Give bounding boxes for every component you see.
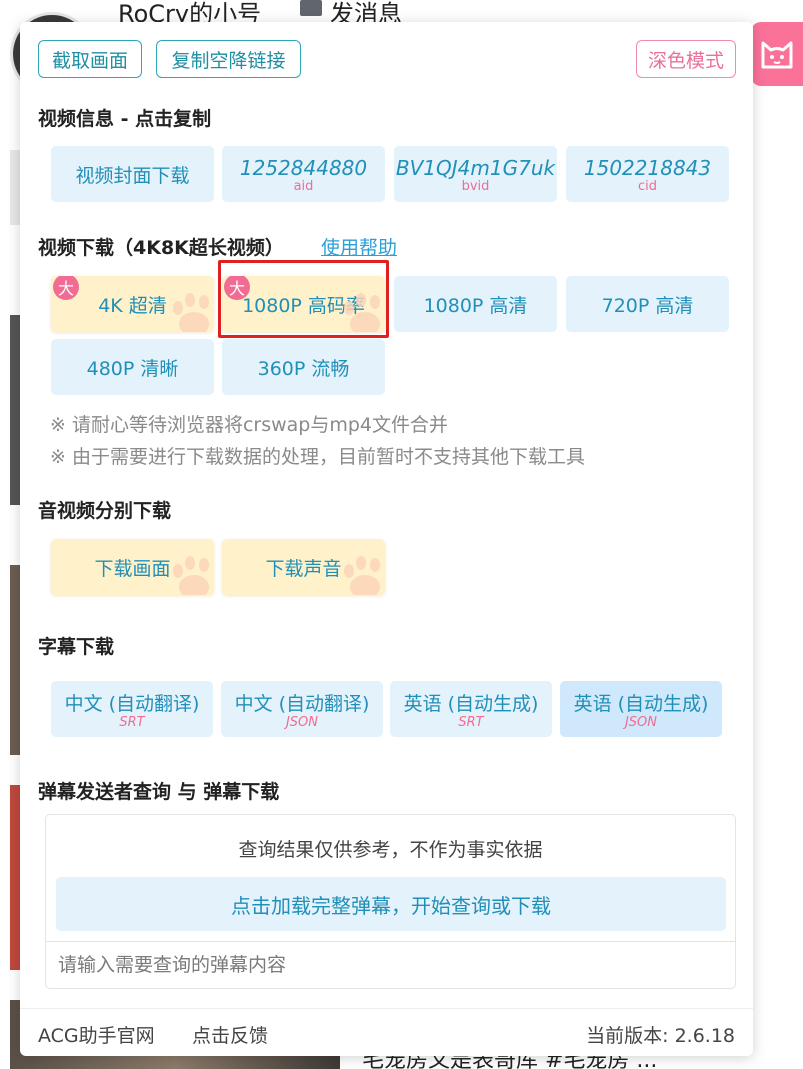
bvid-copy-button[interactable]: BV1QJ4m1G7uk bvid xyxy=(394,146,557,202)
subtitle-zh-srt-label: 中文 (自动翻译) xyxy=(64,693,200,715)
subtitle-zh-json-format: JSON xyxy=(285,715,319,730)
footer-divider xyxy=(20,1008,753,1009)
cid-copy-button[interactable]: 1502218843 cid xyxy=(566,146,729,202)
subtitle-en-srt-format: SRT xyxy=(458,715,484,730)
acg-helper-panel: 截取画面 复制空降链接 深色模式 视频信息 - 点击复制 视频封面下载 1252… xyxy=(20,22,753,1056)
usage-help-link[interactable]: 使用帮助 xyxy=(321,233,397,260)
subtitle-en-srt-label: 英语 (自动生成) xyxy=(403,693,539,715)
quality-4k-button[interactable]: 4K 超清 大 xyxy=(51,276,214,332)
merge-note: ※ 请耐心等待浏览器将crswap与mp4文件合并 xyxy=(50,414,449,436)
quality-720p-label: 720P 高清 xyxy=(601,294,694,317)
official-site-link[interactable]: ACG助手官网 xyxy=(38,1021,155,1048)
quality-4k-label: 4K 超清 xyxy=(98,294,167,317)
download-audio-only-button[interactable]: 下载声音 xyxy=(222,539,385,595)
download-audio-only-label: 下载声音 xyxy=(265,557,342,580)
quality-1080p-label: 1080P 高清 xyxy=(423,294,528,317)
paw-print-icon xyxy=(173,556,209,595)
copy-jump-link-button[interactable]: 复制空降链接 xyxy=(156,40,301,78)
subtitle-zh-srt-button[interactable]: 中文 (自动翻译) SRT xyxy=(51,681,213,737)
subtitle-en-srt-button[interactable]: 英语 (自动生成) SRT xyxy=(390,681,552,737)
subtitle-en-json-format: JSON xyxy=(624,715,658,730)
aid-value: 1252844880 xyxy=(239,155,368,180)
quality-1080p-button[interactable]: 1080P 高清 xyxy=(394,276,557,332)
quality-720p-button[interactable]: 720P 高清 xyxy=(566,276,729,332)
cid-caption: cid xyxy=(637,178,657,194)
dark-mode-button[interactable]: 深色模式 xyxy=(636,40,736,78)
feedback-link[interactable]: 点击反馈 xyxy=(192,1021,268,1048)
cat-face-icon xyxy=(761,41,793,69)
video-info-title: 视频信息 - 点击复制 xyxy=(38,108,212,130)
separate-download-title: 音视频分别下载 xyxy=(38,500,172,522)
load-danmaku-button[interactable]: 点击加载完整弹幕，开始查询或下载 xyxy=(56,877,726,931)
danmaku-query-box: 查询结果仅供参考，不作为事实依据 点击加载完整弹幕，开始查询或下载 xyxy=(45,814,736,989)
cover-download-label: 视频封面下载 xyxy=(75,164,190,187)
quality-480p-button[interactable]: 480P 清晰 xyxy=(51,339,214,395)
aid-caption: aid xyxy=(293,178,314,194)
download-video-only-label: 下载画面 xyxy=(94,557,171,580)
aid-copy-button[interactable]: 1252844880 aid xyxy=(222,146,385,202)
danmaku-disclaimer: 查询结果仅供参考，不作为事实依据 xyxy=(238,839,543,861)
cid-value: 1502218843 xyxy=(583,155,712,180)
subtitle-zh-srt-format: SRT xyxy=(119,715,145,730)
cover-download-button[interactable]: 视频封面下载 xyxy=(51,146,214,202)
capture-frame-button[interactable]: 截取画面 xyxy=(38,40,142,78)
tool-support-note: ※ 由于需要进行下载数据的处理，目前暂时不支持其他下载工具 xyxy=(50,446,585,468)
danmaku-title: 弹幕发送者查询 与 弹幕下载 xyxy=(38,781,280,803)
subtitle-zh-json-label: 中文 (自动翻译) xyxy=(234,693,370,715)
envelope-icon[interactable] xyxy=(300,0,322,16)
subtitle-en-json-button[interactable]: 英语 (自动生成) JSON xyxy=(560,681,722,737)
subtitle-zh-json-button[interactable]: 中文 (自动翻译) JSON xyxy=(221,681,383,737)
download-video-only-button[interactable]: 下载画面 xyxy=(51,539,214,595)
subtitle-download-title: 字幕下载 xyxy=(38,636,115,658)
quality-360p-button[interactable]: 360P 流畅 xyxy=(222,339,385,395)
quality-1080p-high-bitrate-label: 1080P 高码率 xyxy=(242,294,365,317)
quality-360p-label: 360P 流畅 xyxy=(257,357,350,380)
subtitle-en-json-label: 英语 (自动生成) xyxy=(573,693,709,715)
paw-print-icon xyxy=(344,556,380,595)
version-text: 当前版本: 2.6.18 xyxy=(586,1025,735,1047)
big-file-badge: 大 xyxy=(53,276,79,300)
video-download-title: 视频下载（4K8K超长视频） xyxy=(38,237,284,259)
bvid-value: BV1QJ4m1G7uk xyxy=(395,155,556,180)
quality-480p-label: 480P 清晰 xyxy=(86,357,179,380)
paw-print-icon xyxy=(173,293,209,332)
helper-toggle-tab[interactable] xyxy=(751,22,803,86)
quality-1080p-high-bitrate-button[interactable]: 1080P 高码率 大 xyxy=(222,276,385,332)
danmaku-search-input[interactable] xyxy=(46,941,735,988)
bvid-caption: bvid xyxy=(461,178,490,194)
